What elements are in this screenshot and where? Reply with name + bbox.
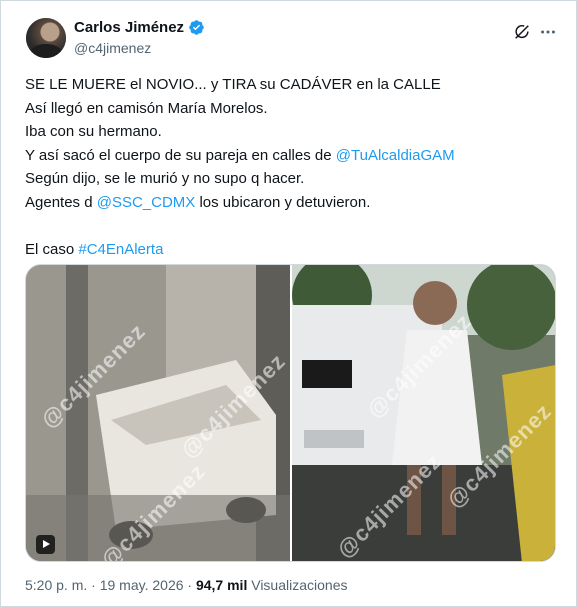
grok-icon[interactable]: [513, 23, 531, 41]
hashtag-link[interactable]: #C4EnAlerta: [78, 241, 163, 258]
tweet-text-line: Así llegó en camisón María Morelos.: [25, 97, 555, 121]
avatar[interactable]: [26, 18, 66, 58]
tweet-text-segment: SE LE MUERE el NOVIO... y TIRA su CADÁVE…: [25, 76, 441, 93]
tweet-text: SE LE MUERE el NOVIO... y TIRA su CADÁVE…: [25, 73, 555, 261]
tweet-text-line: Agentes d @SSC_CDMX los ubicaron y detuv…: [25, 191, 555, 215]
tweet-text-line: El caso #C4EnAlerta: [25, 238, 555, 262]
tweet-text-segment: El caso: [25, 240, 79, 258]
play-icon[interactable]: [36, 535, 55, 554]
tweet-text-line: Y así sacó el cuerpo de su pareja en cal…: [25, 144, 555, 168]
tweet-text-segment: Iba con su hermano.: [25, 123, 162, 140]
video-2-scene: [291, 265, 555, 561]
tweet-time[interactable]: 5:20 p. m.: [25, 577, 87, 593]
tweet-text-segment: Según dijo, se le murió y no supo q hace…: [25, 170, 305, 187]
media-grid: @c4jimenez @c4jimenez @c4jimenez @c4jime…: [25, 264, 556, 562]
verified-badge-icon: [189, 20, 204, 35]
tweet-text-segment: Así llegó en camisón María Morelos.: [25, 99, 268, 117]
tweet-text-segment: Y así sacó el cuerpo de su pareja en cal…: [25, 146, 336, 164]
mention-link[interactable]: @TuAlcaldiaGAM: [336, 147, 455, 164]
tweet-text-line: [25, 214, 555, 238]
video-thumbnail-1[interactable]: @c4jimenez @c4jimenez @c4jimenez: [26, 265, 290, 561]
footer-separator: ·: [91, 577, 96, 593]
footer-separator-2: ·: [187, 577, 193, 593]
author-handle[interactable]: @c4jimenez: [74, 40, 205, 56]
tweet-text-line: SE LE MUERE el NOVIO... y TIRA su CADÁVE…: [25, 73, 555, 97]
tweet-text-line: Iba con su hermano.: [25, 120, 555, 144]
tweet-text-segment: los ubicaron y detuvieron.: [195, 193, 371, 211]
mention-link[interactable]: @SSC_CDMX: [97, 194, 196, 211]
tweet-date[interactable]: 19 may. 2026: [100, 577, 184, 593]
tweet-text-line: Según dijo, se le murió y no supo q hace…: [25, 167, 555, 191]
tweet-text-segment: Agentes d: [25, 193, 97, 211]
views-label[interactable]: Visualizaciones: [251, 577, 347, 593]
author-name[interactable]: Carlos Jiménez: [74, 19, 184, 36]
video-thumbnail-2[interactable]: @c4jimenez @c4jimenez @c4jimenez: [291, 265, 555, 561]
tweet-header: Carlos Jiménez @c4jimenez: [74, 19, 205, 56]
tweet-footer: 5:20 p. m. · 19 may. 2026 · 94,7 mil Vis…: [25, 577, 347, 593]
views-count[interactable]: 94,7 mil: [196, 577, 247, 593]
tweet-card: Carlos Jiménez @c4jimenez SE LE MUERE el…: [0, 0, 577, 607]
more-icon[interactable]: [539, 23, 557, 41]
